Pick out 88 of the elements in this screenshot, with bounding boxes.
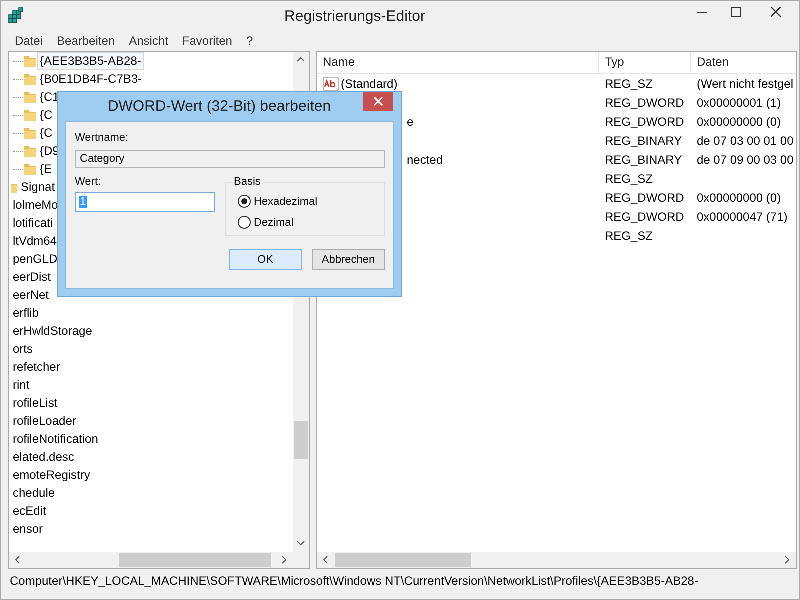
value-type: REG_SZ bbox=[604, 76, 654, 90]
menu-item[interactable]: Favoriten bbox=[175, 34, 240, 48]
value-data: 0x00000001 (1) bbox=[696, 96, 782, 110]
tree-item[interactable]: ecEdit bbox=[10, 502, 50, 520]
radio-button[interactable]: Hexadezimal bbox=[238, 195, 376, 208]
tree-item[interactable]: elated.desc bbox=[10, 448, 78, 466]
folder-icon bbox=[23, 108, 37, 122]
tree-item[interactable]: rofileNotification bbox=[10, 430, 102, 448]
scroll-up-icon[interactable] bbox=[297, 57, 305, 62]
cancel-button[interactable]: Abbrechen bbox=[312, 249, 385, 270]
tree-item[interactable]: ensor bbox=[10, 520, 46, 538]
value-type: REG_DWORD bbox=[604, 114, 686, 128]
status-path: Computer\HKEY_LOCAL_MACHINE\SOFTWARE\Microsoft\Windows NT\CurrentVersion\NetworkList\Profiles\{AEE3B3B5-AB28- bbox=[10, 574, 698, 588]
value-type: REG_SZ bbox=[604, 172, 654, 186]
scroll-right-icon[interactable] bbox=[785, 556, 790, 564]
value-type: REG_DWORD bbox=[604, 96, 686, 110]
tree-item[interactable]: refetcher bbox=[10, 358, 64, 376]
tree-item[interactable]: lolmeMo bbox=[10, 196, 62, 214]
radio-icon[interactable] bbox=[238, 195, 251, 208]
string-value-icon bbox=[323, 76, 339, 90]
value-data: 0x00000000 (0) bbox=[696, 114, 782, 128]
value-name-label: Wertname: bbox=[75, 132, 130, 144]
tree-item[interactable]: {E bbox=[37, 160, 56, 178]
value-type: REG_DWORD bbox=[604, 210, 686, 224]
value-type: REG_BINARY bbox=[604, 152, 684, 166]
scroll-thumb[interactable] bbox=[335, 553, 471, 567]
tree-item[interactable]: rint bbox=[10, 376, 33, 394]
value-type: REG_BINARY bbox=[604, 134, 684, 148]
dialog-title: DWORD-Wert (32-Bit) bearbeiten bbox=[106, 98, 332, 115]
folder-icon bbox=[23, 90, 37, 104]
maximize-icon[interactable] bbox=[731, 7, 741, 17]
tree-item[interactable]: {C bbox=[37, 124, 56, 142]
value-data: 0x00000000 (0) bbox=[696, 190, 782, 204]
value-name: e bbox=[407, 114, 414, 128]
scroll-down-icon[interactable] bbox=[297, 541, 305, 546]
close-icon[interactable] bbox=[771, 7, 781, 17]
scroll-right-icon[interactable] bbox=[282, 556, 287, 564]
value-type: REG_DWORD bbox=[604, 190, 686, 204]
folder-icon bbox=[23, 162, 37, 176]
base-label: Basis bbox=[232, 176, 263, 188]
value-data-label: Wert: bbox=[75, 176, 102, 188]
tree-item[interactable]: rofileList bbox=[10, 394, 61, 412]
ok-button[interactable]: OK bbox=[229, 249, 302, 270]
column-header[interactable]: Daten bbox=[691, 52, 796, 73]
value-name: nected bbox=[407, 152, 444, 166]
folder-icon bbox=[23, 72, 37, 86]
tree-item[interactable]: Signat bbox=[18, 178, 58, 196]
close-button[interactable] bbox=[363, 92, 393, 111]
menu-item[interactable]: ? bbox=[239, 34, 260, 48]
value-name-field[interactable]: Category bbox=[75, 150, 385, 168]
window-title: Registrierungs-Editor bbox=[284, 8, 426, 24]
scroll-thumb[interactable] bbox=[119, 553, 271, 567]
radio-button[interactable]: Dezimal bbox=[238, 216, 376, 229]
tree-item[interactable]: erflib bbox=[10, 304, 42, 322]
value-type: REG_SZ bbox=[604, 228, 654, 242]
tree-item[interactable]: erHwldStorage bbox=[10, 322, 96, 340]
folder-icon bbox=[23, 144, 37, 158]
tree-item[interactable]: {B0E1DB4F-C7B3- bbox=[37, 70, 146, 88]
folder-icon bbox=[23, 126, 37, 140]
menu-item[interactable]: Bearbeiten bbox=[50, 34, 122, 48]
value-name: (Standard) bbox=[341, 76, 398, 90]
tree-item[interactable]: lotificati bbox=[10, 214, 56, 232]
scroll-left-icon[interactable] bbox=[323, 556, 328, 564]
radio-icon[interactable] bbox=[238, 216, 251, 229]
tree-item[interactable]: eerNet bbox=[10, 286, 52, 304]
value-data: de 07 09 00 03 00 bbox=[696, 152, 795, 166]
menu-item[interactable]: Datei bbox=[8, 34, 50, 48]
scroll-left-icon[interactable] bbox=[15, 556, 20, 564]
folder-icon bbox=[23, 54, 37, 68]
tree-item[interactable]: {C bbox=[37, 106, 56, 124]
tree-item[interactable]: chedule bbox=[10, 484, 58, 502]
value-data: de 07 03 00 01 00 bbox=[696, 134, 795, 148]
column-header[interactable]: Typ bbox=[599, 52, 691, 73]
scroll-thumb[interactable] bbox=[294, 421, 308, 459]
tree-item[interactable]: emoteRegistry bbox=[10, 466, 94, 484]
horizontal-scrollbar[interactable] bbox=[9, 552, 309, 568]
registry-editor-icon bbox=[7, 7, 25, 25]
tree-item[interactable]: rofileLoader bbox=[10, 412, 80, 430]
value-data: (Wert nicht festgel bbox=[696, 76, 794, 90]
horizontal-scrollbar[interactable] bbox=[317, 552, 796, 568]
tree-item[interactable]: {AEE3B3B5-AB28- bbox=[37, 52, 144, 70]
value-data: 0x00000047 (71) bbox=[696, 210, 789, 224]
tree-item[interactable]: eerDist bbox=[10, 268, 54, 286]
tree-item[interactable]: penGLD bbox=[10, 250, 61, 268]
tree-item[interactable]: orts bbox=[10, 340, 36, 358]
column-header[interactable]: Name bbox=[317, 52, 599, 73]
tree-item[interactable]: ltVdm64 bbox=[10, 232, 60, 250]
menu-item[interactable]: Ansicht bbox=[122, 34, 176, 48]
